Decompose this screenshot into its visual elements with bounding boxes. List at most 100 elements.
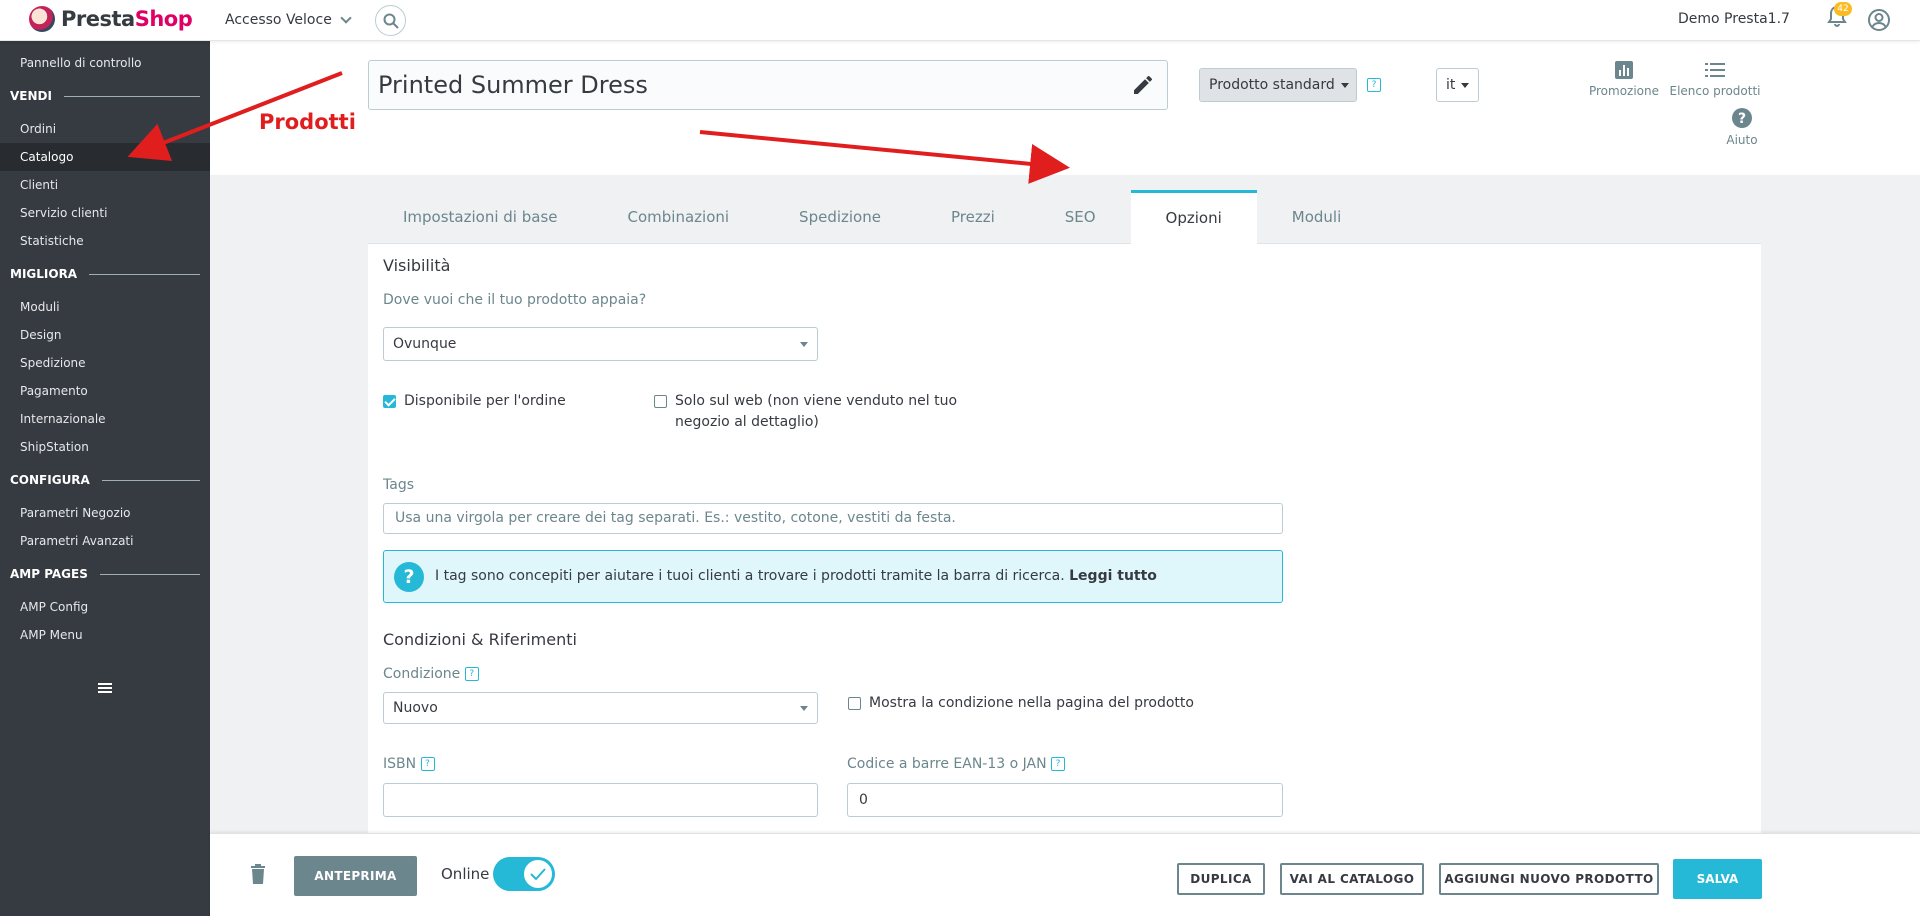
isbn-input[interactable]: [383, 783, 818, 817]
sidebar-item-customer-service[interactable]: Servizio clienti: [0, 199, 210, 227]
ean-input[interactable]: 0: [847, 783, 1283, 817]
sidebar-item-amp-menu[interactable]: AMP Menu: [0, 621, 210, 649]
help-icon[interactable]: ?: [1051, 757, 1066, 771]
sidebar-item-shop-params[interactable]: Parametri Negozio: [0, 499, 210, 527]
caret-down-icon: [800, 342, 808, 347]
visibility-select[interactable]: Ovunque: [383, 327, 818, 361]
caret-down-icon: [1461, 82, 1470, 88]
web-only-label-line2: negozio al dettaglio): [675, 414, 819, 430]
options-panel: Visibilità Dove vuoi che il tuo prodotto…: [368, 244, 1761, 834]
sidebar-item-customers[interactable]: Clienti: [0, 171, 210, 199]
tab-shipping[interactable]: Spedizione: [764, 190, 916, 244]
sidebar-item-catalog[interactable]: Catalogo: [0, 143, 210, 171]
prestashop-logo[interactable]: PrestaShop: [29, 6, 193, 32]
help-button[interactable]: ? Aiuto: [1692, 107, 1792, 147]
sidebar-item-orders[interactable]: Ordini: [0, 115, 210, 143]
sidebar-item-stats[interactable]: Statistiche: [0, 227, 210, 255]
conditions-heading: Condizioni & Riferimenti: [383, 630, 577, 649]
preview-button[interactable]: ANTEPRIMA: [294, 856, 417, 896]
product-name-value: Printed Summer Dress: [378, 71, 648, 99]
shop-name-link[interactable]: Demo Presta1.7: [1678, 11, 1790, 27]
sidebar-nav: Pannello di controllo VENDI Ordini Catal…: [0, 41, 210, 916]
go-to-catalog-button[interactable]: VAI AL CATALOGO: [1280, 863, 1424, 895]
list-icon: [1705, 63, 1725, 77]
online-label: Online: [441, 865, 490, 883]
chevron-down-icon: [340, 12, 352, 24]
save-button[interactable]: SALVA: [1673, 859, 1762, 899]
menu-collapse-icon[interactable]: [97, 681, 113, 695]
quick-access-dropdown[interactable]: Accesso Veloce: [225, 12, 352, 28]
product-footer-toolbar: ANTEPRIMA Online DUPLICA VAI AL CATALOGO…: [210, 833, 1920, 916]
help-circle-icon: ?: [394, 562, 424, 592]
visibility-selected: Ovunque: [393, 336, 457, 352]
sidebar-item-shipping[interactable]: Spedizione: [0, 349, 210, 377]
condition-selected: Nuovo: [393, 700, 438, 716]
sidebar-section-sell: VENDI: [10, 86, 200, 106]
sidebar-item-dashboard[interactable]: Pannello di controllo: [0, 49, 210, 77]
help-icon[interactable]: ?: [1367, 78, 1381, 92]
logo-text-presta: Presta: [61, 7, 135, 31]
sidebar-item-payment[interactable]: Pagamento: [0, 377, 210, 405]
sidebar-item-international[interactable]: Internazionale: [0, 405, 210, 433]
sidebar-item-amp-config[interactable]: AMP Config: [0, 593, 210, 621]
logo-text-shop: Shop: [134, 7, 193, 31]
available-for-order-label: Disponibile per l'ordine: [404, 393, 566, 409]
search-button[interactable]: [375, 5, 406, 36]
tags-label: Tags: [383, 477, 414, 493]
quick-access-label: Accesso Veloce: [225, 12, 332, 28]
visibility-heading: Visibilità: [383, 256, 451, 275]
product-name-input[interactable]: Printed Summer Dress: [368, 60, 1168, 110]
sidebar-item-modules[interactable]: Moduli: [0, 293, 210, 321]
language-value: it: [1446, 77, 1456, 93]
user-account-icon[interactable]: [1867, 8, 1891, 32]
web-only-checkbox[interactable]: Solo sul web (non viene venduto nel tuo n…: [654, 391, 957, 433]
language-dropdown[interactable]: it: [1436, 68, 1479, 102]
duplicate-button[interactable]: DUPLICA: [1177, 863, 1265, 895]
condition-label: Condizione ?: [383, 666, 479, 682]
product-tabs: Impostazioni di base Combinazioni Spediz…: [368, 190, 1761, 244]
help-label: Aiuto: [1726, 133, 1758, 147]
sidebar-item-advanced-params[interactable]: Parametri Avanzati: [0, 527, 210, 555]
notification-badge: 42: [1834, 2, 1852, 16]
tab-combinations[interactable]: Combinazioni: [593, 190, 765, 244]
annotation-label: Prodotti: [259, 110, 356, 134]
caret-down-icon: [1340, 82, 1349, 88]
add-new-product-button[interactable]: AGGIUNGI NUOVO PRODOTTO: [1439, 863, 1659, 895]
checkbox-unchecked-icon: [654, 395, 667, 408]
sidebar-section-improve: MIGLIORA: [10, 264, 200, 284]
checkbox-checked-icon: [383, 395, 396, 408]
visibility-question: Dove vuoi che il tuo prodotto appaia?: [383, 292, 647, 308]
tab-seo[interactable]: SEO: [1030, 190, 1131, 244]
product-type-dropdown[interactable]: Prodotto standard: [1199, 68, 1357, 102]
top-header: PrestaShop Accesso Veloce Demo Presta1.7…: [0, 0, 1920, 41]
tab-options[interactable]: Opzioni: [1130, 190, 1257, 244]
web-only-label-line1: Solo sul web (non viene venduto nel tuo: [675, 393, 958, 409]
tab-modules[interactable]: Moduli: [1257, 190, 1376, 244]
read-more-link[interactable]: Leggi tutto: [1069, 568, 1157, 584]
tags-info-text: I tag sono concepiti per aiutare i tuoi …: [435, 568, 1070, 584]
show-condition-checkbox[interactable]: Mostra la condizione nella pagina del pr…: [848, 693, 1194, 714]
sidebar-item-design[interactable]: Design: [0, 321, 210, 349]
tags-input[interactable]: Usa una virgola per creare dei tag separ…: [383, 503, 1283, 534]
search-icon: [383, 13, 399, 29]
show-condition-label: Mostra la condizione nella pagina del pr…: [869, 695, 1194, 711]
tags-info-alert: ? I tag sono concepiti per aiutare i tuo…: [383, 550, 1283, 603]
svg-text:?: ?: [1738, 111, 1746, 127]
tab-basic-settings[interactable]: Impostazioni di base: [368, 190, 593, 244]
online-toggle[interactable]: [493, 857, 555, 891]
sidebar-item-shipstation[interactable]: ShipStation: [0, 433, 210, 461]
sidebar-section-amp: AMP PAGES: [10, 564, 200, 584]
help-icon[interactable]: ?: [420, 757, 435, 771]
checkbox-unchecked-icon: [848, 697, 861, 710]
tab-prices[interactable]: Prezzi: [916, 190, 1030, 244]
condition-select[interactable]: Nuovo: [383, 692, 818, 724]
promotion-button[interactable]: Promozione: [1574, 60, 1674, 98]
trash-icon[interactable]: [250, 864, 266, 884]
help-icon[interactable]: ?: [464, 667, 479, 681]
product-list-button[interactable]: Elenco prodotti: [1665, 60, 1765, 98]
available-for-order-checkbox[interactable]: Disponibile per l'ordine: [383, 391, 566, 412]
ean-label: Codice a barre EAN-13 o JAN ?: [847, 756, 1066, 772]
promotion-label: Promozione: [1588, 84, 1660, 98]
pencil-icon: [1134, 75, 1152, 94]
question-circle-icon: ?: [1732, 108, 1752, 128]
